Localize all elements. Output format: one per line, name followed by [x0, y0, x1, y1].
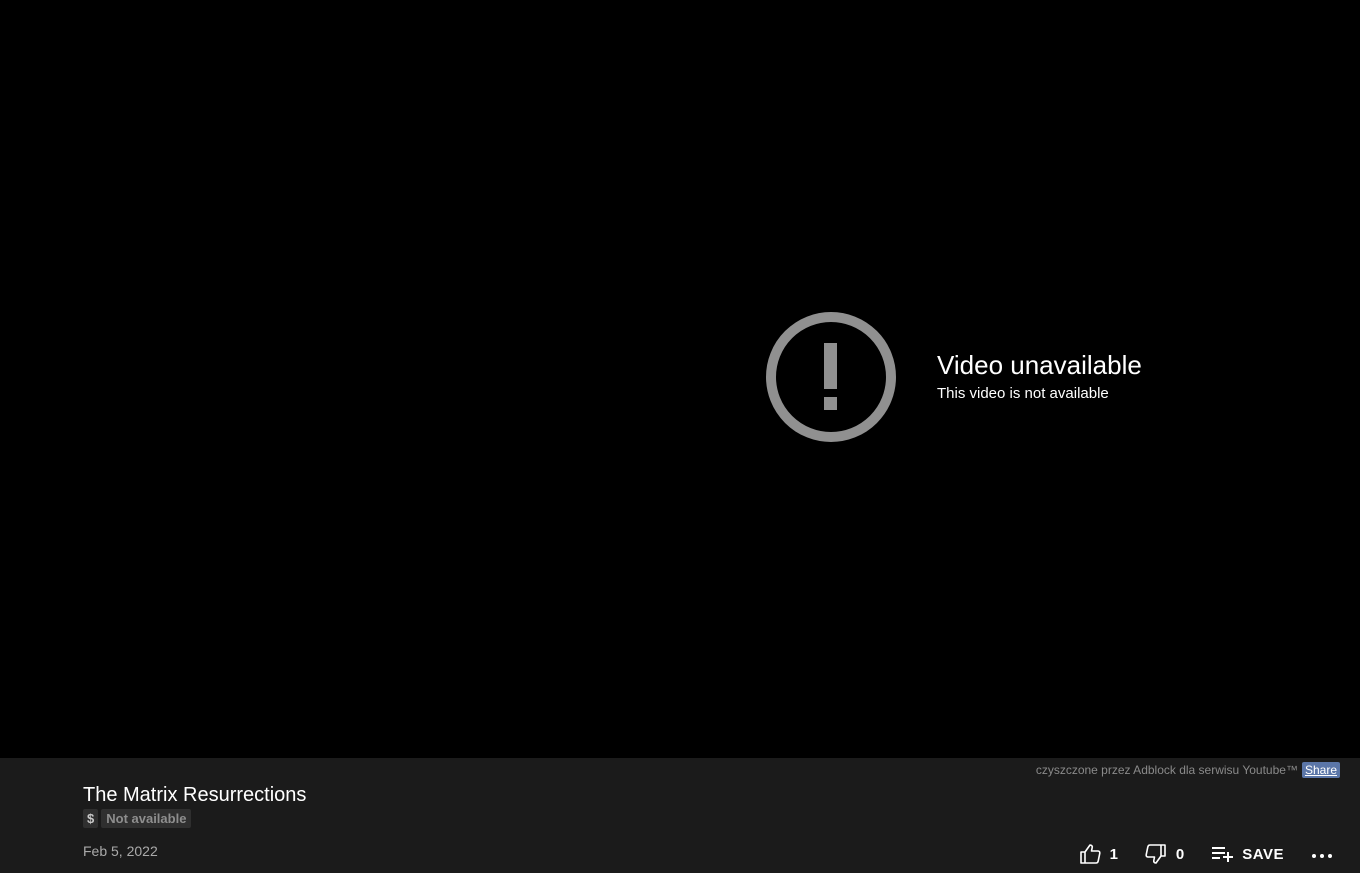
video-title: The Matrix Resurrections	[83, 784, 307, 806]
adblock-note: czyszczone przez Adblock dla serwisu You…	[1036, 762, 1340, 778]
video-player[interactable]: Video unavailable This video is not avai…	[0, 0, 1360, 758]
price-badge: $	[83, 809, 99, 828]
thumb-up-icon	[1079, 844, 1101, 864]
dislike-count: 0	[1175, 845, 1185, 863]
adblock-note-text: czyszczone przez Adblock dla serwisu You…	[1035, 763, 1298, 777]
share-button[interactable]: Share	[1301, 762, 1340, 778]
save-button[interactable]: SAVE	[1210, 842, 1284, 866]
badge-row: $ Not available	[83, 809, 192, 828]
publish-date: Feb 5, 2022	[83, 843, 158, 859]
dislike-button[interactable]: 0	[1144, 842, 1184, 866]
availability-badge: Not available	[101, 809, 192, 828]
more-actions-button[interactable]	[1312, 842, 1332, 866]
video-info-panel: czyszczone przez Adblock dla serwisu You…	[0, 758, 1360, 873]
more-horizontal-icon	[1312, 854, 1332, 858]
error-subtitle: This video is not available	[937, 385, 1109, 402]
action-bar: 1 0 SAVE	[1078, 842, 1332, 866]
save-label: SAVE	[1242, 845, 1284, 863]
playlist-add-icon	[1212, 847, 1234, 862]
like-button[interactable]: 1	[1078, 842, 1118, 866]
exclamation-circle-icon	[766, 312, 896, 442]
like-count: 1	[1109, 845, 1118, 863]
error-title: Video unavailable	[937, 350, 1142, 380]
thumb-down-icon	[1145, 844, 1166, 864]
